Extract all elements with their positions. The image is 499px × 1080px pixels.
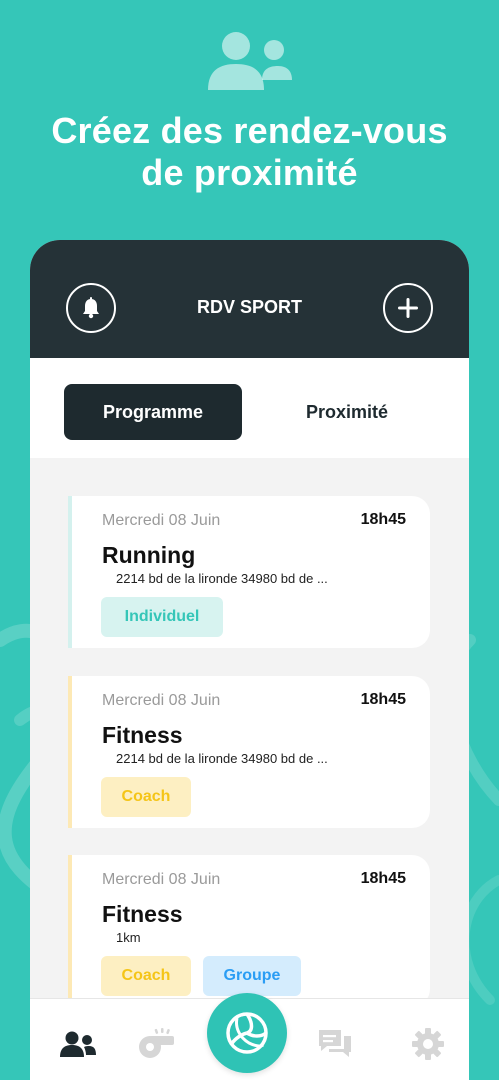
event-title: Fitness (102, 901, 183, 927)
app-header: RDV SPORT (30, 240, 469, 358)
event-date: Mercredi 08 Juin (102, 692, 221, 709)
event-time: 18h45 (360, 691, 406, 708)
card-stripe (68, 496, 72, 648)
event-address: 2214 bd de la lironde 34980 bd de ... (116, 571, 328, 586)
tab-proximite[interactable]: Proximité (262, 384, 432, 440)
tag-individuel: Individuel (101, 597, 223, 637)
event-date: Mercredi 08 Juin (102, 512, 221, 529)
event-card[interactable]: Mercredi 08 Juin 18h45 Running 2214 bd d… (68, 496, 430, 648)
plus-icon (398, 298, 418, 318)
event-address: 1km (116, 930, 141, 945)
users-icon (60, 1031, 96, 1057)
tag-groupe: Groupe (203, 956, 301, 996)
event-card[interactable]: Mercredi 08 Juin 18h45 Fitness 2214 bd d… (68, 676, 430, 828)
nav-users[interactable] (58, 1027, 98, 1061)
nav-whistle[interactable] (136, 1027, 176, 1061)
tag-coach: Coach (101, 777, 191, 817)
nav-settings[interactable] (408, 1027, 448, 1061)
settings-icon (412, 1028, 444, 1060)
add-button[interactable] (383, 283, 433, 333)
event-card[interactable]: Mercredi 08 Juin 18h45 Fitness 1km Coach… (68, 855, 430, 1007)
bottom-nav (30, 993, 469, 1080)
phone-mockup: RDV SPORT Programme Proximité Mercredi 0… (30, 240, 469, 1080)
event-time: 18h45 (360, 511, 406, 528)
event-address: 2214 bd de la lironde 34980 bd de ... (116, 751, 328, 766)
card-stripe (68, 676, 72, 828)
event-title: Running (102, 542, 196, 568)
volleyball-button[interactable] (207, 993, 287, 1073)
event-time: 18h45 (360, 870, 406, 887)
users-icon (208, 32, 292, 90)
tag-coach: Coach (101, 956, 191, 996)
volleyball-icon (226, 1012, 268, 1054)
chat-icon (319, 1030, 351, 1057)
event-title: Fitness (102, 722, 183, 748)
card-stripe (68, 855, 72, 1007)
tab-programme[interactable]: Programme (64, 384, 242, 440)
tabs-bar: Programme Proximité (30, 358, 469, 458)
nav-chat[interactable] (315, 1027, 355, 1061)
headline: Créez des rendez-vous de proximité (51, 110, 448, 193)
whistle-icon (139, 1028, 174, 1058)
event-date: Mercredi 08 Juin (102, 871, 221, 888)
